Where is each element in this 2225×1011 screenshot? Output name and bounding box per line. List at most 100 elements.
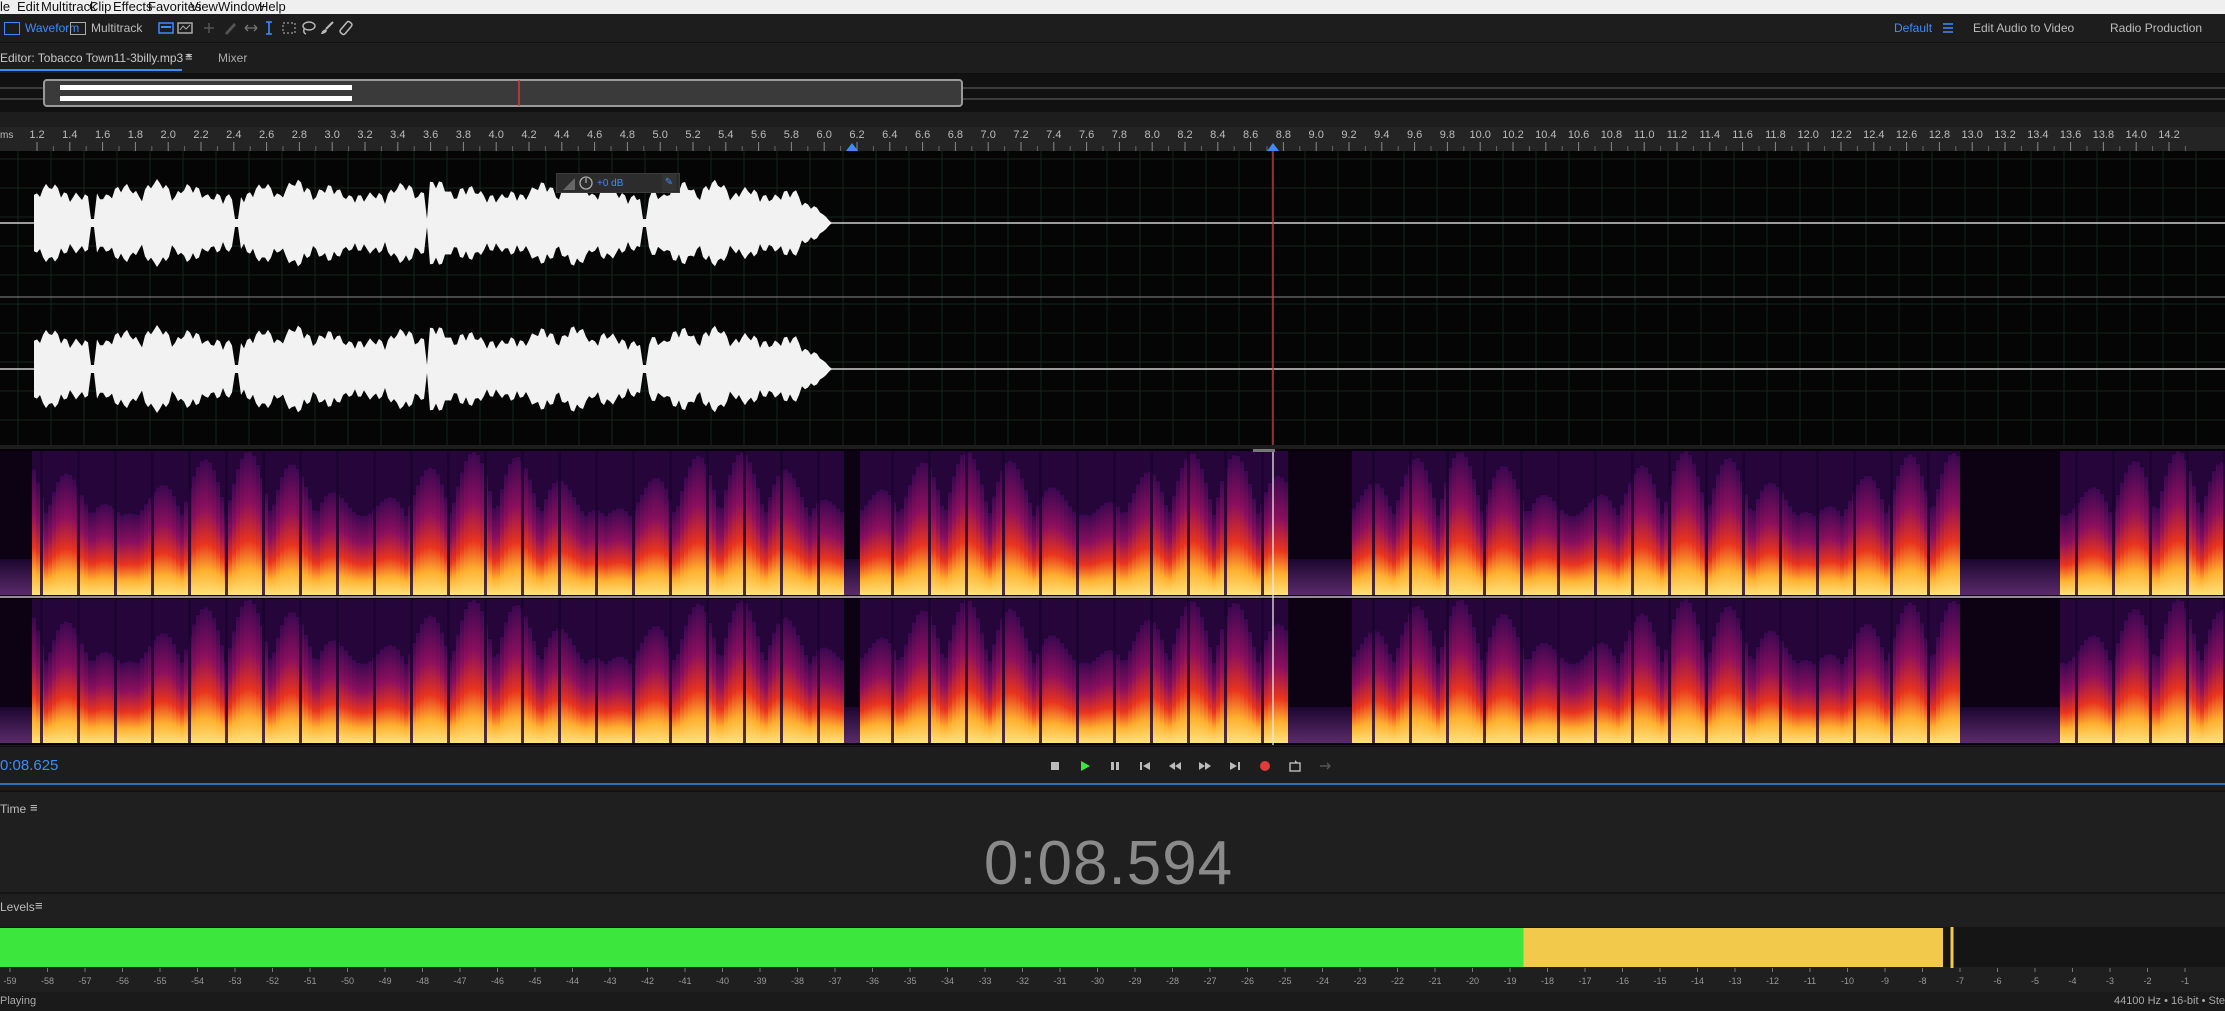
meter-scale-label: -13 [1728,976,1741,986]
ruler-label: 11.4 [1700,129,1721,141]
ruler-label: 5.8 [784,129,799,141]
meter-scale-label: -20 [1466,976,1479,986]
ruler-label: 3.6 [423,129,438,141]
time-selection-tool-icon[interactable] [260,19,278,37]
ruler-label: 2.2 [193,129,208,141]
meter-yellow-fill [1523,928,1943,967]
meter-scale-label: -31 [1053,976,1066,986]
meter-scale-label: -23 [1353,976,1366,986]
workspace-radio-production-button[interactable]: Radio Production [2110,19,2202,37]
go-to-next-icon[interactable] [1227,758,1243,774]
workspace-default-button[interactable]: Default [1894,19,1932,37]
ruler-unit: ms [0,130,13,141]
marquee-selection-tool-icon[interactable] [280,19,298,37]
rewind-icon[interactable] [1167,758,1183,774]
spot-healing-brush-icon[interactable] [337,19,355,37]
meter-scale-label: -5 [2031,976,2039,986]
move-tool-icon[interactable] [200,19,218,37]
ruler-label: 5.6 [751,129,766,141]
skip-selection-icon[interactable] [1317,758,1333,774]
workspace-menu-icon[interactable] [1939,19,1957,37]
menu-view[interactable]: View [190,0,218,13]
ruler-label: 1.2 [29,129,44,141]
time-ruler[interactable]: ms 1.2 1.4 1.6 1.8 2.0 2.2 2.4 2.6 2.8 3.0 3.2 3.4 3.… [0,127,2225,152]
waveform-channel [34,325,832,413]
ruler-label: 9.6 [1407,129,1422,141]
record-icon[interactable] [1257,758,1273,774]
menu-clip[interactable]: Clip [89,0,111,13]
meter-scale-label: -40 [716,976,729,986]
active-tab-indicator [0,69,182,71]
meter-scale-label: -21 [1428,976,1441,986]
ruler-label: 7.8 [1112,129,1127,141]
brush-selection-tool-icon[interactable] [318,19,336,37]
go-to-previous-icon[interactable] [1137,758,1153,774]
hud-gain-value[interactable]: +0 dB [597,178,623,189]
ruler-label: 5.4 [718,129,733,141]
ruler-label: 7.6 [1079,129,1094,141]
menu-effects[interactable]: Effects [113,0,153,13]
lasso-selection-tool-icon[interactable] [299,19,317,37]
ruler-label: 12.0 [1797,129,1818,141]
editor-tab-menu-icon[interactable]: ≡ [185,49,193,64]
ruler-label: 2.8 [292,129,307,141]
ruler-label: 4.0 [489,129,504,141]
meter-scale-label: -51 [303,976,316,986]
meter-scale-label: -59 [3,976,16,986]
multitrack-view-button[interactable]: Multitrack [70,19,142,37]
ruler-label: 9.8 [1440,129,1455,141]
ruler-label: 14.2 [2158,129,2179,141]
levels-panel-title: Levels [0,900,35,914]
menu-edit[interactable]: Edit [17,0,39,13]
show-spectral-display-icon[interactable] [157,19,175,37]
meter-scale-label: -56 [116,976,129,986]
slip-tool-icon[interactable] [242,19,260,37]
tab-mixer[interactable]: Mixer [218,51,247,65]
ruler-label: 6.6 [915,129,930,141]
menu-file[interactable]: le [0,0,10,13]
waveform-display[interactable]: +0 dB ✎ [0,151,2225,445]
ruler-label: 10.2 [1502,129,1523,141]
levels-panel-menu-icon[interactable]: ≡ [35,898,43,913]
show-spectral-pitch-icon[interactable] [176,19,194,37]
pause-icon[interactable] [1107,758,1123,774]
ruler-label: 4.2 [521,129,536,141]
waveform-view-button[interactable]: Waveform [4,19,79,37]
razor-tool-icon[interactable] [221,19,239,37]
overview-bar[interactable] [0,74,2225,112]
stop-icon[interactable] [1047,758,1063,774]
ruler-label: 10.4 [1535,129,1556,141]
meter-scale-label: -32 [1016,976,1029,986]
menu-help[interactable]: Help [259,0,286,13]
loop-playback-icon[interactable] [1287,758,1303,774]
play-icon[interactable] [1077,758,1093,774]
meter-scale-label: -44 [566,976,579,986]
meter-scale-label: -3 [2106,976,2114,986]
ruler-label: 8.2 [1177,129,1192,141]
menu-window[interactable]: Window [218,0,264,13]
peak-hold-marker [1950,927,1954,968]
hud-pin-icon[interactable]: ✎ [662,174,676,191]
meter-scale-label: -52 [266,976,279,986]
ruler-label: 13.4 [2027,129,2048,141]
meter-scale-label: -4 [2068,976,2076,986]
ruler-label: 7.2 [1013,129,1028,141]
tab-editor[interactable]: Editor: Tobacco Town11-3billy.mp3 * [0,51,191,65]
status-bar: Playing 44100 Hz • 16-bit • Ste [0,992,2225,1011]
ruler-label: 7.0 [981,129,996,141]
hud-envelope-icon [563,177,575,190]
meter-scale-label: -43 [603,976,616,986]
current-time-readout[interactable]: 0:08.625 [0,757,58,774]
workspace-edit-audio-video-button[interactable]: Edit Audio to Video [1973,19,2074,37]
time-panel-menu-icon[interactable]: ≡ [30,800,38,815]
hud-gain-knob-icon[interactable] [579,176,593,190]
waveform-channel [34,179,832,267]
fast-forward-icon[interactable] [1197,758,1213,774]
spectral-frequency-display[interactable] [0,449,2225,745]
ruler-label: 12.4 [1863,129,1884,141]
meter-scale-label: -25 [1278,976,1291,986]
selection-marker-icon[interactable] [846,143,858,151]
meter-scale-label: -7 [1956,976,1964,986]
ruler-ticks: ms 1.2 1.4 1.6 1.8 2.0 2.2 2.4 2.6 2.8 3.0 3.2 3.4 3.… [0,129,2186,151]
playhead-marker-icon[interactable] [1267,143,1279,151]
